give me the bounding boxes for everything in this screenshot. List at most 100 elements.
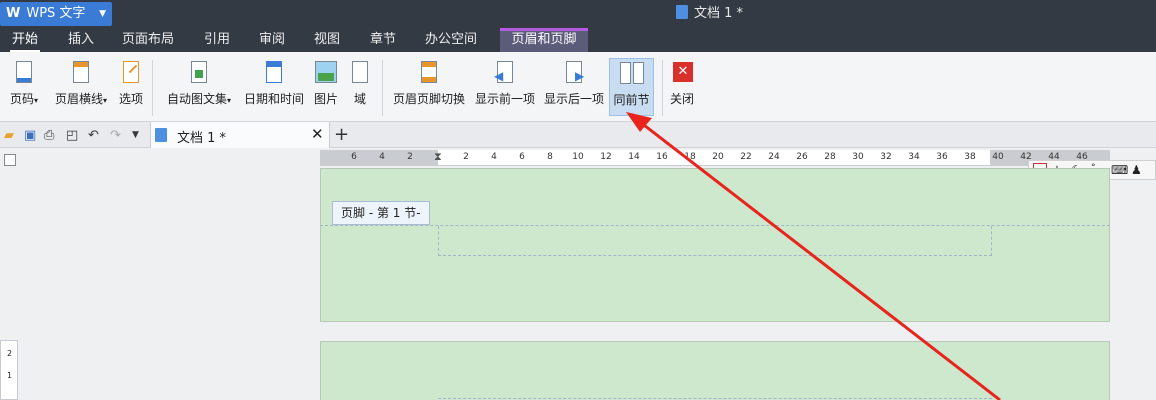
tab-view[interactable]: 视图 (312, 28, 342, 52)
picture-label: 图片 (313, 92, 338, 106)
tab-page-layout[interactable]: 页面布局 (120, 28, 176, 52)
footer-text-area[interactable] (438, 226, 992, 256)
page-2[interactable] (320, 341, 1110, 400)
wps-menu-button[interactable]: W WPS 文字 ▼ (0, 2, 112, 26)
document-tab[interactable]: 文档 1 * ✕ (150, 122, 330, 148)
ruler-tick: 6 (519, 152, 525, 162)
wps-logo-icon: W (6, 6, 21, 21)
header-line-button[interactable]: 页眉横线▾ (50, 58, 112, 116)
field-label: 域 (353, 92, 366, 106)
app-name: WPS 文字 (26, 6, 86, 21)
arrow-left-icon: ◀ (491, 60, 519, 86)
ribbon-tabs: 开始 插入 页面布局 引用 审阅 视图 章节 办公空间 页眉和页脚 (0, 28, 1156, 52)
ruler-tick: 4 (491, 152, 497, 162)
page-number-button[interactable]: 页码▾ (4, 58, 44, 116)
open-folder-icon[interactable]: ▰ (4, 128, 14, 143)
horizontal-ruler[interactable]: 6 4 2 ⧗ 2 4 6 8 10 12 14 16 18 20 22 24 … (320, 150, 1110, 166)
user-icon[interactable]: ♟ (1131, 163, 1142, 177)
print-icon[interactable]: ⎙ (44, 128, 54, 143)
quick-access-bar: ▰ ▣ ⎙ ◰ ↶ ↷ ▼ 文档 1 * ✕ + (0, 122, 1156, 148)
ruler-tick: 14 (628, 152, 640, 162)
ruler-tick: 26 (796, 152, 808, 162)
picture-button[interactable]: 图片 (310, 58, 342, 116)
auto-text-button[interactable]: 自动图文集▾ (160, 58, 238, 116)
chevron-down-icon: ▾ (103, 96, 108, 105)
tab-office-space[interactable]: 办公空间 (422, 28, 480, 52)
ruler-tick: 36 (936, 152, 948, 162)
field-button[interactable]: 域 (346, 58, 374, 116)
ribbon-separator (662, 60, 663, 116)
footer-section-label: 页脚 - 第 1 节- (332, 201, 430, 225)
ruler-tick: 2 (463, 152, 469, 162)
document-icon (155, 128, 167, 142)
ruler-tick: 4 (379, 152, 385, 162)
page-number-label: 页码 (9, 92, 34, 106)
ruler-tick: 30 (852, 152, 864, 162)
close-header-footer-button[interactable]: ✕ 关闭 (667, 58, 697, 116)
show-next-label: 显示后一项 (543, 92, 604, 106)
picture-icon (312, 60, 340, 86)
tab-insert[interactable]: 插入 (66, 28, 96, 52)
tab-section[interactable]: 章节 (368, 28, 398, 52)
switch-header-footer-icon (415, 60, 443, 86)
switch-header-footer-button[interactable]: 页眉页脚切换 (390, 58, 468, 116)
show-previous-button[interactable]: ◀ 显示前一项 (472, 58, 538, 116)
ruler-corner-icon[interactable] (4, 154, 16, 166)
ruler-tick: 18 (684, 152, 696, 162)
new-tab-button[interactable]: + (334, 124, 349, 145)
options-icon (117, 60, 145, 86)
same-as-previous-label: 同前节 (613, 93, 650, 107)
chevron-down-icon[interactable]: ▼ (132, 130, 139, 140)
close-label: 关闭 (669, 92, 694, 106)
ribbon-separator (152, 60, 153, 116)
print-preview-icon[interactable]: ◰ (66, 128, 78, 143)
options-button[interactable]: 选项 (116, 58, 146, 116)
vruler-tick: 1 (7, 371, 13, 380)
save-icon[interactable]: ▣ (24, 128, 36, 143)
tab-home[interactable]: 开始 (10, 28, 40, 52)
indent-marker-icon[interactable]: ⧗ (434, 150, 442, 164)
redo-icon[interactable]: ↷ (110, 128, 121, 143)
title-bar: W WPS 文字 ▼ 文档 1 * (0, 0, 1156, 28)
ruler-tick: 20 (712, 152, 724, 162)
datetime-button[interactable]: 日期和时间 (242, 58, 306, 116)
ruler-tick: 28 (824, 152, 836, 162)
header-line-label: 页眉横线 (54, 92, 103, 106)
show-previous-label: 显示前一项 (474, 92, 535, 106)
same-as-previous-button[interactable]: 同前节 (609, 58, 654, 116)
ruler-tick: 2 (407, 152, 413, 162)
tab-header-footer[interactable]: 页眉和页脚 (500, 28, 588, 52)
document-tab-label: 文档 1 * (177, 131, 227, 146)
chevron-down-icon: ▼ (99, 9, 106, 19)
options-label: 选项 (118, 92, 143, 106)
vruler-tick: 2 (7, 349, 13, 358)
ribbon-separator (382, 60, 383, 116)
wps-window: W WPS 文字 ▼ 文档 1 * 开始 插入 页面布局 引用 审阅 视图 章节 … (0, 0, 1156, 400)
show-next-button[interactable]: ▶ 显示后一项 (542, 58, 606, 116)
ruler-tick: 16 (656, 152, 668, 162)
tab-references[interactable]: 引用 (202, 28, 232, 52)
header-text-area[interactable] (438, 398, 992, 399)
ruler-tick: 38 (964, 152, 976, 162)
calendar-icon (260, 60, 288, 86)
ruler-tick: 22 (740, 152, 752, 162)
link-pages-icon (618, 61, 646, 87)
ruler-tick: 24 (768, 152, 780, 162)
header-line-icon (67, 60, 95, 86)
close-tab-icon[interactable]: ✕ (311, 125, 324, 143)
vertical-ruler[interactable]: 2 1 (0, 340, 18, 400)
ribbon-panel: 页码▾ 页眉横线▾ 选项 自动图文集▾ 日期和时间 图片 域 页眉页脚切换 ◀ … (0, 52, 1156, 122)
ruler-tick: 6 (351, 152, 357, 162)
window-title-text: 文档 1 * (694, 6, 744, 21)
undo-icon[interactable]: ↶ (88, 128, 99, 143)
datetime-label: 日期和时间 (243, 92, 304, 106)
chevron-down-icon: ▾ (227, 96, 232, 105)
switch-header-footer-label: 页眉页脚切换 (392, 92, 465, 106)
ruler-tick: 12 (600, 152, 612, 162)
keyboard-icon[interactable]: ⌨ (1111, 163, 1128, 177)
ruler-tick: 8 (547, 152, 553, 162)
close-icon: ✕ (668, 60, 696, 86)
ruler-tick: 40 (992, 152, 1004, 162)
tab-review[interactable]: 审阅 (257, 28, 287, 52)
chevron-down-icon: ▾ (34, 96, 39, 105)
